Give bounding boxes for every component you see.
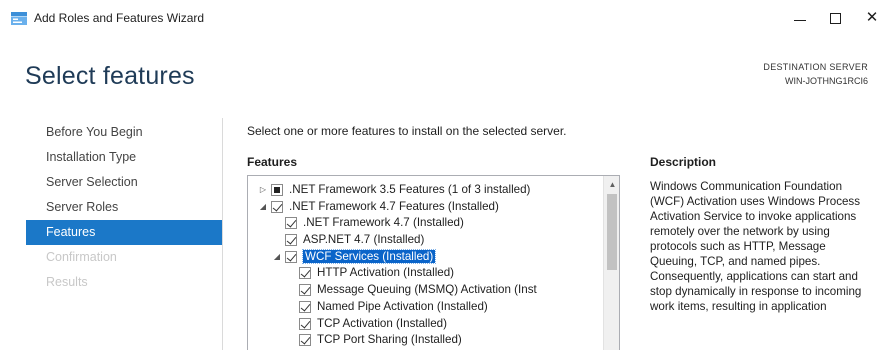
feature-checkbox[interactable] — [285, 217, 297, 230]
scroll-up-arrow-icon[interactable]: ▲ — [604, 176, 619, 193]
nav-item-features[interactable]: Features — [26, 220, 222, 245]
nav-divider — [222, 118, 223, 350]
feature-tree-row[interactable]: ◢ .NET Framework 4.7 Features (Installed) — [248, 199, 603, 216]
close-icon: ✕ — [865, 9, 879, 26]
feature-label[interactable]: .NET Framework 3.5 Features (1 of 3 inst… — [289, 183, 530, 196]
features-tree-list: ▷ .NET Framework 3.5 Features (1 of 3 ins… — [248, 182, 603, 349]
feature-tree-row[interactable]: ASP.NET 4.7 (Installed) — [248, 232, 603, 249]
feature-label[interactable]: Message Queuing (MSMQ) Activation (Inst — [317, 283, 537, 296]
description-heading: Description — [650, 155, 717, 169]
close-button[interactable]: ✕ — [852, 3, 888, 33]
nav-item-confirmation: Confirmation — [46, 250, 117, 264]
feature-label[interactable]: .NET Framework 4.7 Features (Installed) — [289, 200, 499, 213]
feature-checkbox[interactable] — [299, 267, 311, 280]
minimize-icon — [794, 20, 806, 21]
feature-tree-row[interactable]: TCP Port Sharing (Installed) — [248, 332, 603, 349]
feature-label[interactable]: HTTP Activation (Installed) — [317, 266, 454, 279]
feature-tree-row[interactable]: Message Queuing (MSMQ) Activation (Inst — [248, 282, 603, 299]
feature-checkbox[interactable] — [271, 184, 283, 196]
window-title: Add Roles and Features Wizard — [34, 11, 205, 25]
feature-label[interactable]: ASP.NET 4.7 (Installed) — [303, 233, 424, 246]
nav-item-installation-type[interactable]: Installation Type — [26, 145, 222, 170]
maximize-button[interactable] — [816, 3, 856, 33]
title-bar: Add Roles and Features Wizard ✕ — [0, 0, 888, 36]
nav-item-server-selection[interactable]: Server Selection — [26, 170, 222, 195]
server-manager-icon — [11, 12, 27, 25]
features-heading: Features — [247, 155, 298, 169]
destination-server-name: WIN-JOTHNG1RCI6 — [785, 76, 868, 86]
expand-arrow-icon[interactable]: ▷ — [258, 185, 268, 195]
feature-label[interactable]: Named Pipe Activation (Installed) — [317, 300, 488, 313]
feature-checkbox[interactable] — [299, 284, 311, 297]
feature-checkbox[interactable] — [285, 250, 297, 263]
feature-label[interactable]: TCP Port Sharing (Installed) — [317, 333, 462, 346]
feature-label[interactable]: .NET Framework 4.7 (Installed) — [303, 216, 464, 229]
collapse-arrow-icon[interactable]: ◢ — [258, 202, 268, 212]
feature-tree-row[interactable]: ▷ .NET Framework 3.5 Features (1 of 3 ins… — [248, 182, 603, 199]
feature-label[interactable]: TCP Activation (Installed) — [317, 317, 447, 330]
tree-scrollbar[interactable]: ▲ — [603, 176, 619, 350]
page-title: Select features — [25, 62, 195, 90]
minimize-button[interactable] — [780, 3, 820, 33]
feature-tree-row[interactable]: ◢ WCF Services (Installed) — [248, 248, 603, 266]
features-tree[interactable]: ▷ .NET Framework 3.5 Features (1 of 3 ins… — [247, 175, 620, 350]
feature-checkbox[interactable] — [299, 334, 311, 347]
feature-checkbox[interactable] — [299, 317, 311, 330]
feature-checkbox[interactable] — [285, 234, 297, 247]
nav-item-before-you-begin[interactable]: Before You Begin — [26, 120, 222, 145]
feature-tree-row[interactable]: HTTP Activation (Installed) — [248, 265, 603, 282]
feature-tree-row[interactable]: TCP Activation (Installed) — [248, 316, 603, 333]
nav-item-results: Results — [46, 275, 88, 289]
feature-label[interactable]: WCF Services (Installed) — [301, 248, 437, 264]
collapse-arrow-icon[interactable]: ◢ — [272, 252, 282, 262]
scroll-thumb[interactable] — [607, 194, 617, 270]
wizard-nav: Before You Begin Installation Type Server … — [26, 120, 222, 295]
feature-tree-row[interactable]: Named Pipe Activation (Installed) — [248, 299, 603, 316]
destination-server-label: DESTINATION SERVER — [763, 62, 868, 72]
description-text: Windows Communication Foundation (WCF) A… — [650, 180, 862, 313]
feature-checkbox[interactable] — [271, 200, 283, 213]
feature-checkbox[interactable] — [299, 300, 311, 313]
nav-item-server-roles[interactable]: Server Roles — [26, 195, 222, 220]
maximize-icon — [830, 13, 841, 24]
instruction-text: Select one or more features to install o… — [247, 124, 567, 138]
feature-tree-row[interactable]: .NET Framework 4.7 (Installed) — [248, 215, 603, 232]
